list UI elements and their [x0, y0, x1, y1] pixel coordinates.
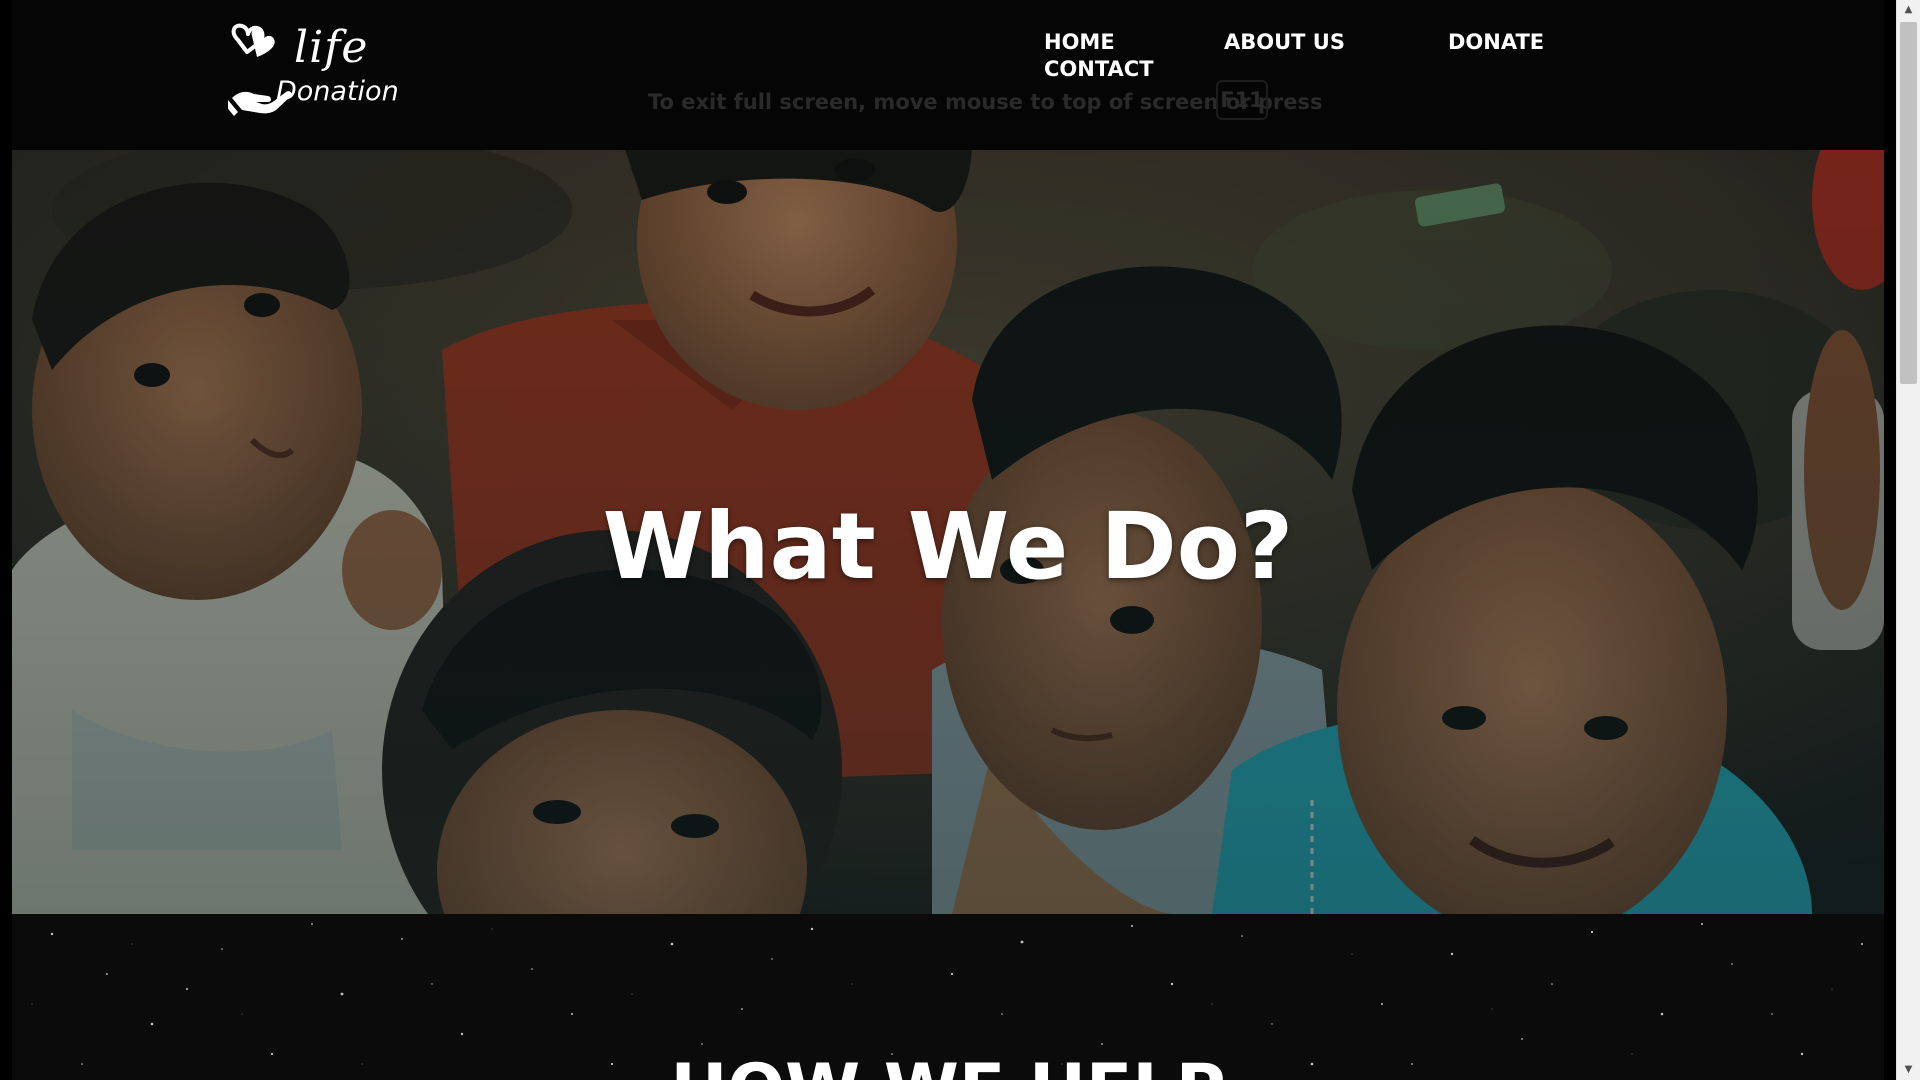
nav-home-link[interactable]: HOME	[1044, 28, 1115, 56]
page-scrollbar[interactable]: ▲ ▼	[1896, 0, 1920, 1080]
scroll-down-arrow-icon[interactable]: ▼	[1897, 1060, 1920, 1080]
fullscreen-exit-hint: To exit full screen, move mouse to top o…	[648, 80, 1323, 124]
nav-donate-link[interactable]: DONATE	[1448, 28, 1544, 56]
hero-title: What We Do?	[602, 492, 1294, 600]
nav-contact-link[interactable]: CONTACT	[1044, 55, 1154, 83]
logo-word-life: life	[294, 22, 369, 73]
page-viewport: life Donation HOME ABOUT US DONATE CONTA…	[0, 0, 1896, 1080]
how-we-help-title: HOW WE HELP	[12, 1056, 1884, 1080]
fullscreen-hint-key: F11	[1216, 80, 1268, 120]
site-logo[interactable]: life Donation	[228, 22, 399, 118]
how-we-help-section: HOW WE HELP	[12, 914, 1884, 1080]
hero-section: What We Do?	[12, 150, 1884, 914]
logo-word-donation: Donation	[276, 76, 399, 107]
scrollbar-thumb[interactable]	[1900, 22, 1917, 384]
scroll-up-arrow-icon[interactable]: ▲	[1897, 0, 1920, 20]
nav-about-link[interactable]: ABOUT US	[1224, 28, 1345, 56]
